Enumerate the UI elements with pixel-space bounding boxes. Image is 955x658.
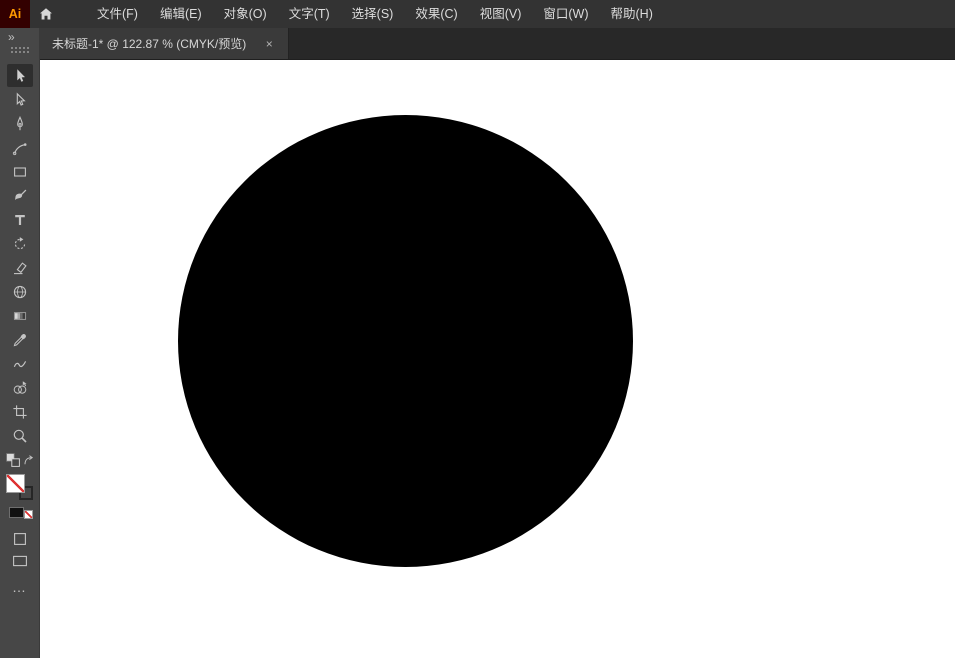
gradient-tool[interactable] — [7, 304, 33, 327]
rotate-icon — [14, 236, 25, 249]
selection-tool[interactable] — [6, 64, 33, 87]
pen-nib-icon — [16, 115, 23, 130]
tab-close-button[interactable]: × — [262, 37, 276, 51]
fill-stroke-controls: … — [5, 452, 34, 594]
tools-panel-header: » — [0, 28, 39, 60]
pen-tool[interactable] — [7, 112, 33, 135]
color-swatch-black[interactable] — [8, 507, 24, 518]
draw-normal-icon — [13, 533, 26, 545]
default-fill-stroke-icon[interactable] — [5, 452, 21, 468]
fill-swatch-none[interactable] — [6, 474, 25, 493]
eyedropper-icon — [13, 333, 26, 346]
illustrator-logo-icon: Ai — [0, 0, 30, 28]
artboard-canvas[interactable] — [40, 60, 955, 658]
rectangle-icon — [13, 166, 26, 177]
document-tab-bar: 未标题-1* @ 122.87 % (CMYK/预览) × — [40, 28, 955, 60]
rotate-view-globe-icon — [13, 285, 26, 298]
paintbrush-icon — [14, 189, 26, 200]
shape-builder-tool[interactable] — [7, 376, 33, 399]
selection-arrow-icon — [16, 68, 25, 82]
eraser-tool[interactable] — [7, 256, 33, 279]
menu-item-edit[interactable]: 编辑(E) — [149, 0, 213, 28]
curvature-icon — [12, 142, 26, 155]
gradient-icon — [13, 311, 26, 320]
expand-panel-button[interactable]: » — [8, 30, 15, 44]
type-tool[interactable] — [7, 208, 33, 231]
menu-item-type[interactable]: 文字(T) — [278, 0, 341, 28]
artboard-tool[interactable] — [7, 400, 33, 423]
rectangle-tool[interactable] — [7, 160, 33, 183]
screen-mode-button[interactable] — [7, 551, 33, 571]
menu-item-file[interactable]: 文件(F) — [86, 0, 149, 28]
tool-list — [6, 64, 33, 448]
color-swatch-none[interactable] — [23, 510, 33, 519]
panel-grip-handle[interactable] — [9, 46, 30, 54]
menu-bar: Ai 文件(F) 编辑(E) 对象(O) 文字(T) 选择(S) 效果(C) 视… — [0, 0, 955, 28]
menu-item-effect[interactable]: 效果(C) — [404, 0, 468, 28]
shaper-squiggle-icon — [13, 360, 26, 367]
menu-item-help[interactable]: 帮助(H) — [600, 0, 664, 28]
fill-stroke-widget — [6, 474, 33, 500]
tools-panel: » … — [0, 28, 40, 658]
artboard-crop-icon — [12, 404, 27, 419]
home-button[interactable] — [30, 0, 62, 28]
type-T-icon — [14, 214, 25, 225]
direct-selection-tool[interactable] — [7, 88, 33, 111]
rotate-tool[interactable] — [7, 232, 33, 255]
eraser-icon — [13, 261, 27, 274]
eyedropper-tool[interactable] — [7, 328, 33, 351]
rotate-view-tool[interactable] — [7, 280, 33, 303]
zoom-tool[interactable] — [7, 424, 33, 447]
screen-mode-icon — [12, 555, 27, 567]
magnifier-icon — [13, 429, 27, 443]
paintbrush-tool[interactable] — [7, 184, 33, 207]
menu-item-object[interactable]: 对象(O) — [213, 0, 278, 28]
color-type-buttons — [6, 506, 34, 521]
document-tab-title: 未标题-1* @ 122.87 % (CMYK/预览) — [52, 37, 247, 51]
draw-mode-button[interactable] — [7, 529, 33, 549]
edit-toolbar-button[interactable]: … — [12, 580, 27, 594]
shape-builder-icon — [13, 380, 27, 394]
document-tab[interactable]: 未标题-1* @ 122.87 % (CMYK/预览) × — [40, 28, 290, 59]
menu-item-view[interactable]: 视图(V) — [469, 0, 533, 28]
menu-items: 文件(F) 编辑(E) 对象(O) 文字(T) 选择(S) 效果(C) 视图(V… — [86, 0, 664, 28]
curvature-tool[interactable] — [7, 136, 33, 159]
home-icon — [40, 8, 52, 20]
menu-item-window[interactable]: 窗口(W) — [532, 0, 599, 28]
swap-fill-stroke-icon[interactable] — [23, 454, 34, 466]
direct-selection-arrow-icon — [16, 91, 26, 106]
artwork-ellipse[interactable] — [178, 115, 633, 567]
menu-item-select[interactable]: 选择(S) — [341, 0, 405, 28]
shaper-tool[interactable] — [7, 352, 33, 375]
